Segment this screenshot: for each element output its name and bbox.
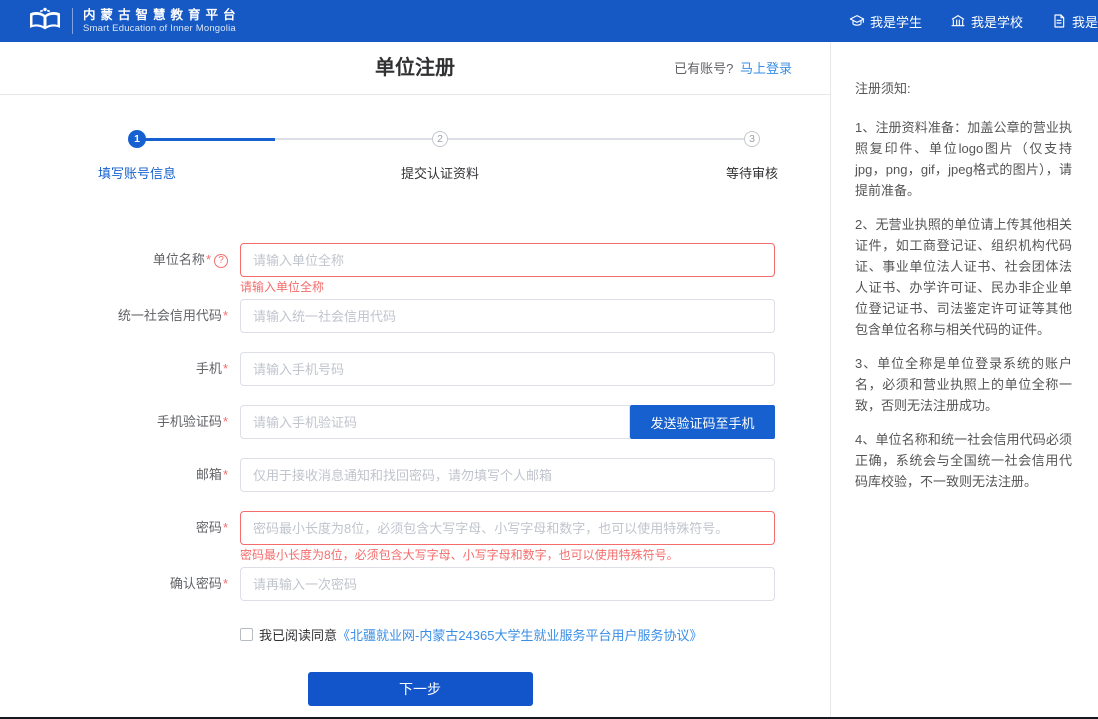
unit-name-label: 单位名称*? <box>65 243 240 295</box>
platform-logo: 内蒙古智慧教育平台 Smart Education of Inner Mongo… <box>28 6 241 36</box>
help-icon[interactable]: ? <box>214 254 228 268</box>
notice-paragraph-1: 1、注册资料准备：加盖公章的营业执照复印件、单位logo图片（仅支持jpg，pn… <box>855 117 1072 201</box>
step-3-label: 等待审核 <box>726 163 778 182</box>
form-row-unit-name: 单位名称*? 请输入单位全称 <box>65 243 775 295</box>
notice-paragraph-4: 4、单位名称和统一社会信用代码必须正确，系统会与全国统一社会信用代码库校验，不一… <box>855 429 1072 492</box>
nav-item-student[interactable]: 我是学生 <box>849 12 922 31</box>
step-3-circle: 3 <box>744 131 760 147</box>
document-icon <box>1051 13 1067 29</box>
agreement-text: 我已阅读同意 <box>259 625 337 644</box>
nav-item-label: 我是学生 <box>870 12 922 31</box>
notice-paragraph-3: 3、单位全称是单位登录系统的账户名，必须和营业执照上的单位全称一致，否则无法注册… <box>855 353 1072 416</box>
notice-title: 注册须知: <box>855 78 1072 97</box>
graduation-cap-icon <box>849 13 865 29</box>
registration-form: 单位名称*? 请输入单位全称 统一社会信用代码* 手机* <box>0 243 830 706</box>
login-hint: 已有账号? 马上登录 <box>674 42 792 95</box>
required-mark: * <box>223 308 228 323</box>
email-label: 邮箱* <box>65 458 240 492</box>
school-building-icon <box>950 13 966 29</box>
sms-code-input[interactable] <box>240 405 630 439</box>
unit-name-input[interactable] <box>240 243 775 277</box>
confirm-password-label: 确认密码* <box>65 567 240 601</box>
next-step-button[interactable]: 下一步 <box>308 672 533 706</box>
form-row-credit-code: 统一社会信用代码* <box>65 299 775 333</box>
phone-label: 手机* <box>65 352 240 386</box>
login-now-link[interactable]: 马上登录 <box>740 61 792 76</box>
required-mark: * <box>223 414 228 429</box>
registration-main: 单位注册 已有账号? 马上登录 1 2 3 填写账号信息 提交认证资料 等待审核… <box>0 42 830 719</box>
open-book-logo-icon <box>28 6 62 36</box>
required-mark: * <box>223 361 228 376</box>
nav-item-employer[interactable]: 我是单位 <box>1051 12 1098 31</box>
agreement-checkbox[interactable] <box>240 628 253 641</box>
form-row-sms-code: 手机验证码* 发送验证码至手机 <box>65 405 775 439</box>
app-header: 内蒙古智慧教育平台 Smart Education of Inner Mongo… <box>0 0 1098 42</box>
form-row-password: 密码* 密码最小长度为8位，必须包含大写字母、小写字母和数字，也可以使用特殊符号… <box>65 511 775 563</box>
password-label: 密码* <box>65 511 240 563</box>
nav-item-label: 我是单位 <box>1072 12 1098 31</box>
step-2-circle: 2 <box>432 131 448 147</box>
form-row-phone: 手机* <box>65 352 775 386</box>
step-2-label: 提交认证资料 <box>401 163 479 182</box>
send-sms-code-button[interactable]: 发送验证码至手机 <box>630 405 775 439</box>
unit-name-error: 请输入单位全称 <box>240 280 775 295</box>
stepper-track-progress <box>137 138 275 141</box>
credit-code-input[interactable] <box>240 299 775 333</box>
step-1-label: 填写账号信息 <box>98 163 176 182</box>
credit-code-label: 统一社会信用代码* <box>65 299 240 333</box>
password-error: 密码最小长度为8位，必须包含大写字母、小写字母和数字，也可以使用特殊符号。 <box>240 548 775 563</box>
nav-item-label: 我是学校 <box>971 12 1023 31</box>
sms-code-label: 手机验证码* <box>65 405 240 439</box>
title-row: 单位注册 已有账号? 马上登录 <box>0 42 830 95</box>
phone-input[interactable] <box>240 352 775 386</box>
form-row-confirm-password: 确认密码* <box>65 567 775 601</box>
login-hint-text: 已有账号? <box>674 61 733 76</box>
confirm-password-input[interactable] <box>240 567 775 601</box>
agreement-link[interactable]: 《北疆就业网-内蒙古24365大学生就业服务平台用户服务协议》 <box>337 625 702 644</box>
header-nav: 我是学生 我是学校 我是单位 <box>849 12 1098 31</box>
platform-title: 内蒙古智慧教育平台 <box>83 8 241 23</box>
required-mark: * <box>223 576 228 591</box>
password-input[interactable] <box>240 511 775 545</box>
required-mark: * <box>223 520 228 535</box>
nav-item-school[interactable]: 我是学校 <box>950 12 1023 31</box>
form-row-email: 邮箱* <box>65 458 775 492</box>
notice-paragraph-2: 2、无营业执照的单位请上传其他相关证件，如工商登记证、组织机构代码证、事业单位法… <box>855 214 1072 340</box>
step-1-circle: 1 <box>128 130 146 148</box>
notice-sidebar: 注册须知: 1、注册资料准备：加盖公章的营业执照复印件、单位logo图片（仅支持… <box>830 42 1098 719</box>
email-input[interactable] <box>240 458 775 492</box>
agreement-row: 我已阅读同意 《北疆就业网-内蒙古24365大学生就业服务平台用户服务协议》 <box>240 625 775 644</box>
logo-divider <box>72 8 73 34</box>
registration-stepper: 1 2 3 填写账号信息 提交认证资料 等待审核 <box>0 117 830 195</box>
required-mark: * <box>223 467 228 482</box>
required-mark: * <box>206 252 211 267</box>
platform-subtitle: Smart Education of Inner Mongolia <box>83 23 241 35</box>
